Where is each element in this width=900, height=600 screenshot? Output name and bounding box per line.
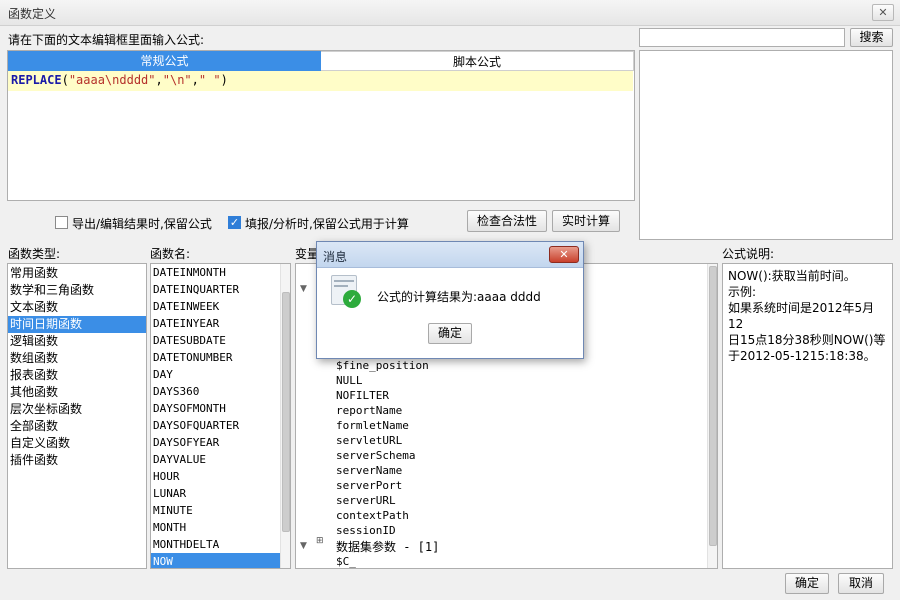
window-title: 函数定义 bbox=[8, 7, 57, 21]
function-name-item[interactable]: MONTHDELTA bbox=[151, 536, 280, 553]
description-header: 公式说明: bbox=[722, 247, 775, 261]
function-type-item[interactable]: 层次坐标函数 bbox=[8, 401, 146, 418]
dataset-param-icon: ⊞ bbox=[316, 536, 324, 546]
keep-formula-export-label: 导出/编辑结果时,保留公式 bbox=[72, 217, 212, 231]
formula-sep-2: , bbox=[191, 73, 199, 87]
variable-item[interactable]: NULL bbox=[336, 373, 363, 388]
search-input[interactable] bbox=[639, 28, 845, 47]
dataset-param-group[interactable]: 数据集参数 - [1] bbox=[336, 538, 439, 555]
instruction-label: 请在下面的文本编辑框里面输入公式: bbox=[8, 33, 205, 47]
function-name-item[interactable]: NOW bbox=[151, 553, 280, 568]
function-name-item[interactable]: DATEINYEAR bbox=[151, 315, 280, 332]
formula-sep-1: , bbox=[155, 73, 163, 87]
description-line: 于2012-05-1215:18:38。 bbox=[728, 349, 876, 363]
window-title-bar: 函数定义 ✕ bbox=[0, 0, 900, 26]
tab-script-formula[interactable]: 脚本公式 bbox=[321, 51, 634, 71]
variable-item[interactable]: serverName bbox=[336, 463, 402, 478]
variable-item[interactable]: servletURL bbox=[336, 433, 402, 448]
group-expand-icon[interactable]: ▼ bbox=[300, 541, 307, 551]
variable-item[interactable]: sessionID bbox=[336, 523, 396, 538]
variable-item[interactable]: contextPath bbox=[336, 508, 409, 523]
variable-item[interactable]: serverPort bbox=[336, 478, 402, 493]
function-name-item[interactable]: MONTH bbox=[151, 519, 280, 536]
description-panel: NOW():获取当前时间。 示例: 如果系统时间是2012年5月12 日15点18分3… bbox=[722, 263, 893, 569]
variable-item[interactable]: reportName bbox=[336, 403, 402, 418]
function-name-item[interactable]: DAYSOFQUARTER bbox=[151, 417, 280, 434]
formula-arg-1: "aaaa\ndddd" bbox=[68, 73, 156, 87]
function-type-item[interactable]: 时间日期函数 bbox=[8, 316, 146, 333]
function-name-item[interactable]: DAYSOFMONTH bbox=[151, 400, 280, 417]
function-type-item[interactable]: 数学和三角函数 bbox=[8, 282, 146, 299]
function-name-item[interactable]: DAYS360 bbox=[151, 383, 280, 400]
function-name-header: 函数名: bbox=[150, 247, 191, 261]
function-name-item[interactable]: DATEINWEEK bbox=[151, 298, 280, 315]
description-line: 如果系统时间是2012年5月12 bbox=[728, 301, 875, 331]
ok-button[interactable]: 确定 bbox=[785, 573, 829, 594]
check-validity-button[interactable]: 检查合法性 bbox=[467, 210, 547, 232]
variable-item[interactable]: $fine_position bbox=[336, 358, 429, 373]
formula-editor-line[interactable]: REPLACE("aaaa\ndddd","\n"," ") bbox=[8, 71, 633, 91]
variable-item[interactable]: serverSchema bbox=[336, 448, 415, 463]
function-type-list[interactable]: 常用函数 数学和三角函数 文本函数 时间日期函数 逻辑函数 数组函数 报表函数 其他函数 层次坐… bbox=[7, 263, 147, 569]
dataset-param-item[interactable]: $C_ bbox=[336, 555, 356, 568]
window-close-button[interactable]: ✕ bbox=[872, 4, 894, 21]
function-name-item[interactable]: DAYVALUE bbox=[151, 451, 280, 468]
function-name-item[interactable]: DAY bbox=[151, 366, 280, 383]
tab-normal-formula[interactable]: 常规公式 bbox=[8, 51, 321, 71]
message-dialog-title-bar: 消息 ✕ bbox=[317, 242, 583, 268]
function-name-item[interactable]: MINUTE bbox=[151, 502, 280, 519]
description-line: 日15点18分38秒则NOW()等 bbox=[728, 333, 886, 347]
variable-item[interactable]: serverURL bbox=[336, 493, 396, 508]
function-name-item[interactable]: HOUR bbox=[151, 468, 280, 485]
function-type-item[interactable]: 常用函数 bbox=[8, 265, 146, 282]
search-results-panel[interactable] bbox=[639, 50, 893, 240]
keep-formula-export-checkbox[interactable] bbox=[55, 216, 68, 229]
function-type-item[interactable]: 插件函数 bbox=[8, 452, 146, 469]
variable-scroll-thumb[interactable] bbox=[709, 266, 717, 546]
function-type-item[interactable]: 报表函数 bbox=[8, 367, 146, 384]
cancel-button[interactable]: 取消 bbox=[838, 573, 884, 594]
message-dialog-ok-button[interactable]: 确定 bbox=[428, 323, 472, 344]
function-name-item[interactable]: DATEINQUARTER bbox=[151, 281, 280, 298]
close-icon: ✕ bbox=[878, 6, 888, 19]
function-type-item[interactable]: 自定义函数 bbox=[8, 435, 146, 452]
function-name-scrollbar[interactable] bbox=[280, 264, 290, 568]
formula-arg-3: " " bbox=[198, 73, 221, 87]
message-dialog[interactable]: 消息 ✕ ✓ 公式的计算结果为:aaaa dddd 确定 bbox=[316, 241, 584, 359]
success-check-icon: ✓ bbox=[331, 275, 361, 309]
description-line: 示例: bbox=[728, 285, 757, 299]
function-type-item[interactable]: 其他函数 bbox=[8, 384, 146, 401]
function-name-item[interactable]: DATETONUMBER bbox=[151, 349, 280, 366]
search-button[interactable]: 搜索 bbox=[850, 28, 893, 47]
function-name-scroll-thumb[interactable] bbox=[282, 292, 290, 532]
variable-item[interactable]: formletName bbox=[336, 418, 409, 433]
formula-open-paren: ( bbox=[61, 73, 69, 87]
function-name-item[interactable]: DAYSOFYEAR bbox=[151, 434, 280, 451]
function-name-item[interactable]: DATEINMONTH bbox=[151, 264, 280, 281]
realtime-calc-button[interactable]: 实时计算 bbox=[552, 210, 620, 232]
message-dialog-close-button[interactable]: ✕ bbox=[549, 246, 579, 263]
function-type-header: 函数类型: bbox=[8, 247, 61, 261]
variable-scrollbar[interactable] bbox=[707, 264, 717, 568]
variable-item[interactable]: NOFILTER bbox=[336, 388, 389, 403]
function-name-item[interactable]: LUNAR bbox=[151, 485, 280, 502]
function-type-item[interactable]: 全部函数 bbox=[8, 418, 146, 435]
formula-keyword: REPLACE bbox=[11, 73, 62, 87]
function-name-list[interactable]: DATEINMONTH DATEINQUARTER DATEINWEEK DATEIN… bbox=[150, 263, 291, 569]
keep-formula-fill-label: 填报/分析时,保留公式用于计算 bbox=[245, 217, 409, 231]
message-dialog-text: 公式的计算结果为:aaaa dddd bbox=[377, 290, 541, 304]
formula-close-paren: ) bbox=[220, 73, 228, 87]
description-line: NOW():获取当前时间。 bbox=[728, 269, 856, 283]
close-icon: ✕ bbox=[559, 248, 569, 261]
function-type-item[interactable]: 文本函数 bbox=[8, 299, 146, 316]
function-type-item[interactable]: 逻辑函数 bbox=[8, 333, 146, 350]
keep-formula-fill-checkbox[interactable]: ✓ bbox=[228, 216, 241, 229]
message-dialog-title: 消息 bbox=[323, 250, 348, 264]
function-name-item[interactable]: DATESUBDATE bbox=[151, 332, 280, 349]
formula-arg-2: "\n" bbox=[162, 73, 192, 87]
function-type-item[interactable]: 数组函数 bbox=[8, 350, 146, 367]
tree-expand-icon[interactable]: ▼ bbox=[300, 284, 307, 294]
